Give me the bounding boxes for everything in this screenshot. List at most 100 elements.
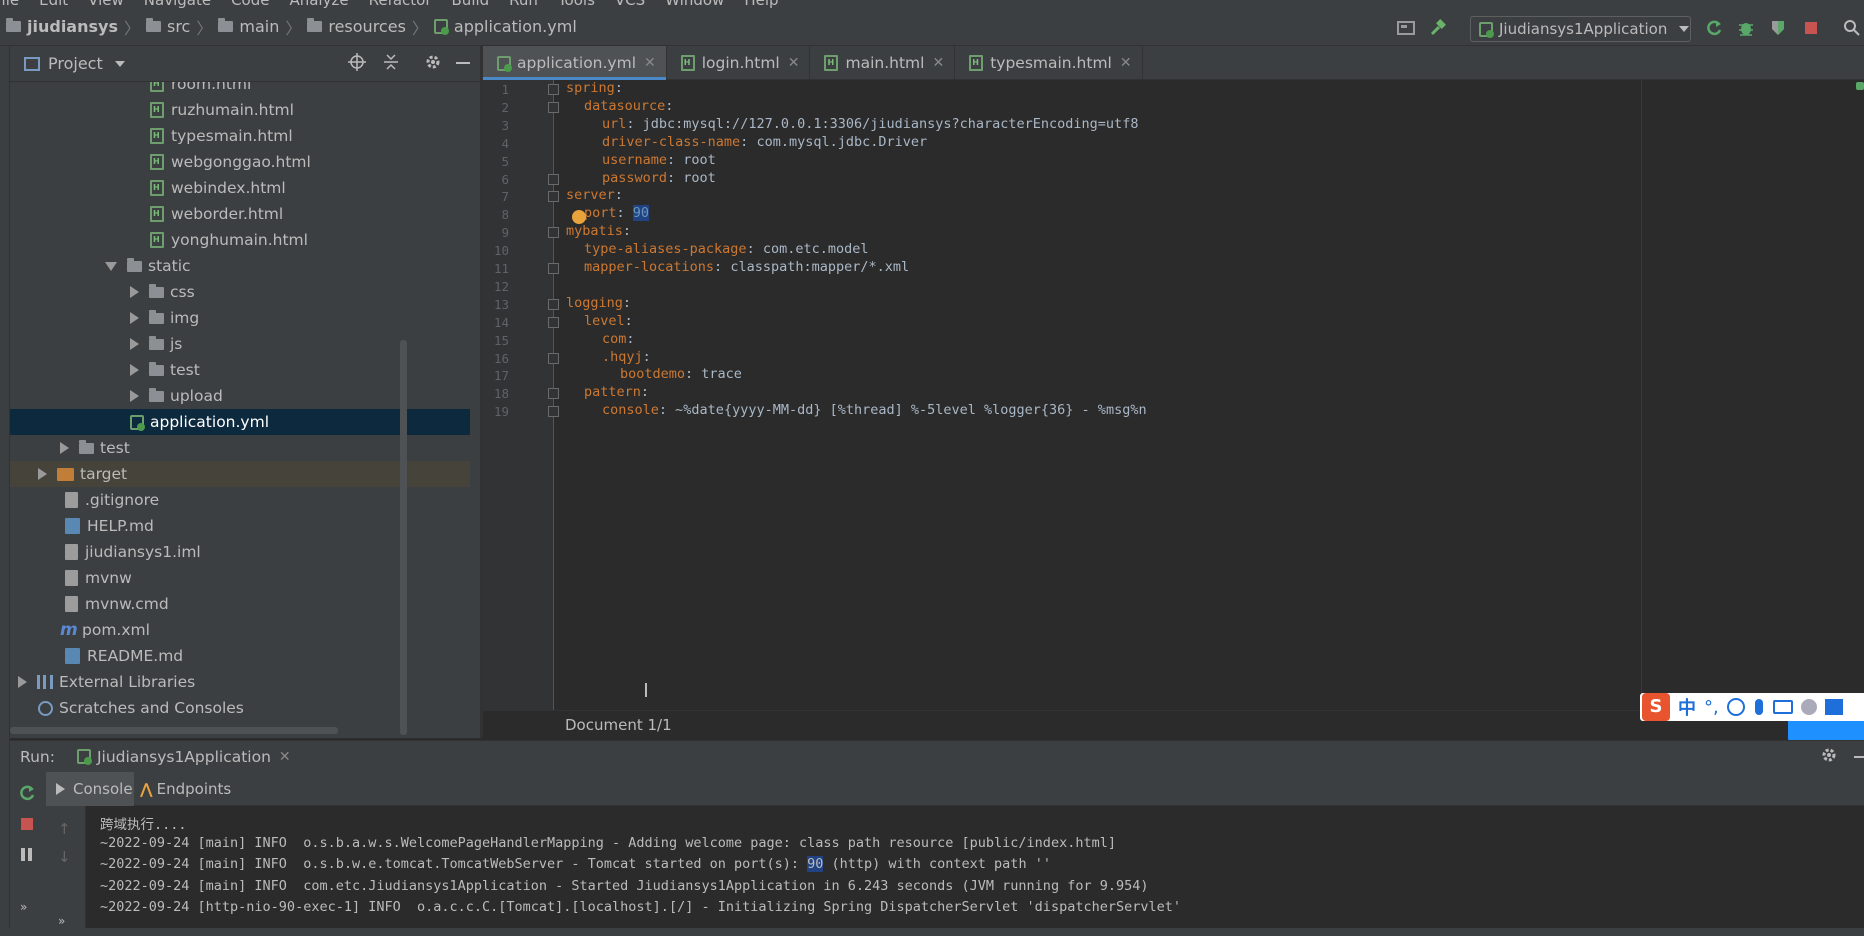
minimize-icon[interactable] <box>1854 756 1864 758</box>
tab-application-yml[interactable]: application.yml ✕ <box>483 46 667 80</box>
fold-marker-icon[interactable] <box>548 263 559 274</box>
code-line[interactable]: mybatis: <box>566 223 631 239</box>
fold-marker-icon[interactable] <box>548 101 559 113</box>
project-scrollbar[interactable] <box>400 340 407 735</box>
coverage-icon[interactable] <box>1768 18 1788 38</box>
menu-item[interactable]: Analyze <box>289 0 348 8</box>
code-line[interactable]: mapper-locations: classpath:mapper/*.xml <box>584 259 909 275</box>
tree-item[interactable]: ruzhumain.html <box>10 97 470 123</box>
close-icon[interactable]: ✕ <box>932 55 944 71</box>
fold-marker-icon[interactable] <box>548 406 559 418</box>
fold-marker-icon[interactable] <box>548 173 559 185</box>
more-icon[interactable]: » <box>58 914 65 928</box>
breadcrumb-item-main[interactable]: main <box>218 17 279 36</box>
pause-icon[interactable] <box>21 848 25 861</box>
chevron-right-icon[interactable] <box>130 312 139 324</box>
fold-marker-icon[interactable] <box>548 316 559 328</box>
menu-item[interactable]: Build <box>452 0 490 8</box>
close-icon[interactable]: ✕ <box>279 749 291 765</box>
code-line[interactable]: port: 90 <box>584 205 650 222</box>
code-line[interactable]: com: <box>602 331 635 347</box>
chevron-right-icon[interactable] <box>60 442 69 454</box>
fold-marker-icon[interactable] <box>548 84 559 95</box>
chevron-right-icon[interactable] <box>18 676 27 688</box>
code-line[interactable]: logging: <box>566 295 631 311</box>
stop-icon[interactable] <box>1801 18 1821 38</box>
tab-endpoints[interactable]: ⋀ Endpoints <box>140 772 231 806</box>
stop-icon[interactable] <box>21 818 33 830</box>
emoji-icon[interactable] <box>1726 698 1745 716</box>
chevron-down-icon[interactable] <box>114 60 125 67</box>
menu-item[interactable]: Tools <box>558 0 595 8</box>
chevron-right-icon[interactable] <box>130 390 139 402</box>
ime-mode-label[interactable]: 中 <box>1678 694 1696 720</box>
tab-main-html[interactable]: main.html ✕ <box>810 46 956 80</box>
more-icon[interactable]: » <box>20 900 27 914</box>
code-line[interactable]: pattern: <box>584 384 649 400</box>
code-line[interactable]: spring: <box>566 80 623 96</box>
close-icon[interactable]: ✕ <box>644 55 656 71</box>
punctuation-icon[interactable]: °, <box>1704 697 1719 718</box>
menu-item[interactable]: View <box>88 0 124 8</box>
rerun-icon[interactable] <box>18 784 36 806</box>
rerun-icon[interactable] <box>1704 18 1724 38</box>
hammer-icon[interactable] <box>1428 18 1448 38</box>
tree-item[interactable]: weborder.html <box>10 201 470 227</box>
tab-login-html[interactable]: login.html ✕ <box>667 46 811 80</box>
tree-item[interactable]: webgonggao.html <box>10 149 470 175</box>
code-line[interactable]: type-aliases-package: com.etc.model <box>584 241 869 257</box>
tree-item[interactable]: css <box>10 279 470 305</box>
menu-item[interactable]: Code <box>231 0 269 8</box>
code-line[interactable]: password: root <box>602 170 716 186</box>
tree-item[interactable]: typesmain.html <box>10 123 470 149</box>
collapse-all-icon[interactable] <box>382 53 400 75</box>
code-line[interactable]: username: root <box>602 152 716 168</box>
debug-icon[interactable] <box>1736 18 1756 38</box>
close-icon[interactable]: ✕ <box>788 55 800 71</box>
fold-marker-icon[interactable] <box>548 227 559 239</box>
breadcrumb-item-project[interactable]: jiudiansys <box>6 17 118 36</box>
fold-marker-icon[interactable] <box>548 191 559 203</box>
arrow-down-icon[interactable]: ↓ <box>58 848 71 866</box>
menu-item[interactable]: Navigate <box>144 0 211 8</box>
tree-item[interactable]: webindex.html <box>10 175 470 201</box>
arrow-up-icon[interactable]: ↑ <box>58 820 71 838</box>
locate-icon[interactable] <box>348 52 366 75</box>
code-line[interactable]: server: <box>566 187 623 203</box>
tree-item[interactable]: yonghumain.html <box>10 227 470 253</box>
fold-marker-icon[interactable] <box>548 352 559 364</box>
breadcrumb-item-src[interactable]: src <box>145 17 190 36</box>
chevron-right-icon[interactable] <box>38 468 47 480</box>
menu-item[interactable]: Window <box>665 0 724 8</box>
skin-icon[interactable] <box>1824 699 1843 715</box>
run-config-tab[interactable]: Jiudiansys1Application ✕ <box>76 748 291 766</box>
code-line[interactable]: .hqyj: <box>602 349 651 365</box>
tree-item[interactable]: img <box>10 305 470 331</box>
code-line[interactable]: bootdemo: trace <box>620 366 742 382</box>
tab-console[interactable]: Console <box>46 772 134 806</box>
menu-item[interactable]: Run <box>509 0 538 8</box>
search-icon[interactable] <box>1842 18 1862 38</box>
user-icon[interactable] <box>1800 699 1817 715</box>
menu-item[interactable]: Edit <box>39 0 68 8</box>
menu-item[interactable]: VCS <box>615 0 645 8</box>
microphone-icon[interactable] <box>1754 699 1763 715</box>
sogou-logo-icon[interactable]: S <box>1642 693 1670 721</box>
chevron-down-icon[interactable] <box>105 261 117 271</box>
fold-marker-icon[interactable] <box>548 388 559 400</box>
code-line[interactable]: console: ~%date{yyyy-MM-dd} [%thread] %-… <box>602 402 1147 418</box>
code-editor[interactable] <box>554 80 1864 710</box>
tree-item[interactable]: static <box>10 253 470 279</box>
code-line[interactable]: driver-class-name: com.mysql.jdbc.Driver <box>602 134 927 150</box>
close-icon[interactable]: ✕ <box>1120 55 1132 71</box>
menu-item[interactable]: File <box>0 0 19 8</box>
project-horizontal-scrollbar[interactable] <box>10 727 338 734</box>
breadcrumb-item-resources[interactable]: resources <box>307 17 406 36</box>
project-title[interactable]: Project <box>48 54 103 73</box>
code-line[interactable]: level: <box>584 313 633 329</box>
breadcrumb-item-file[interactable]: application.yml <box>433 17 577 36</box>
chevron-right-icon[interactable] <box>130 364 139 376</box>
gear-icon[interactable] <box>1820 746 1838 768</box>
chevron-right-icon[interactable] <box>130 286 139 298</box>
tab-typesmain-html[interactable]: typesmain.html ✕ <box>955 46 1143 80</box>
